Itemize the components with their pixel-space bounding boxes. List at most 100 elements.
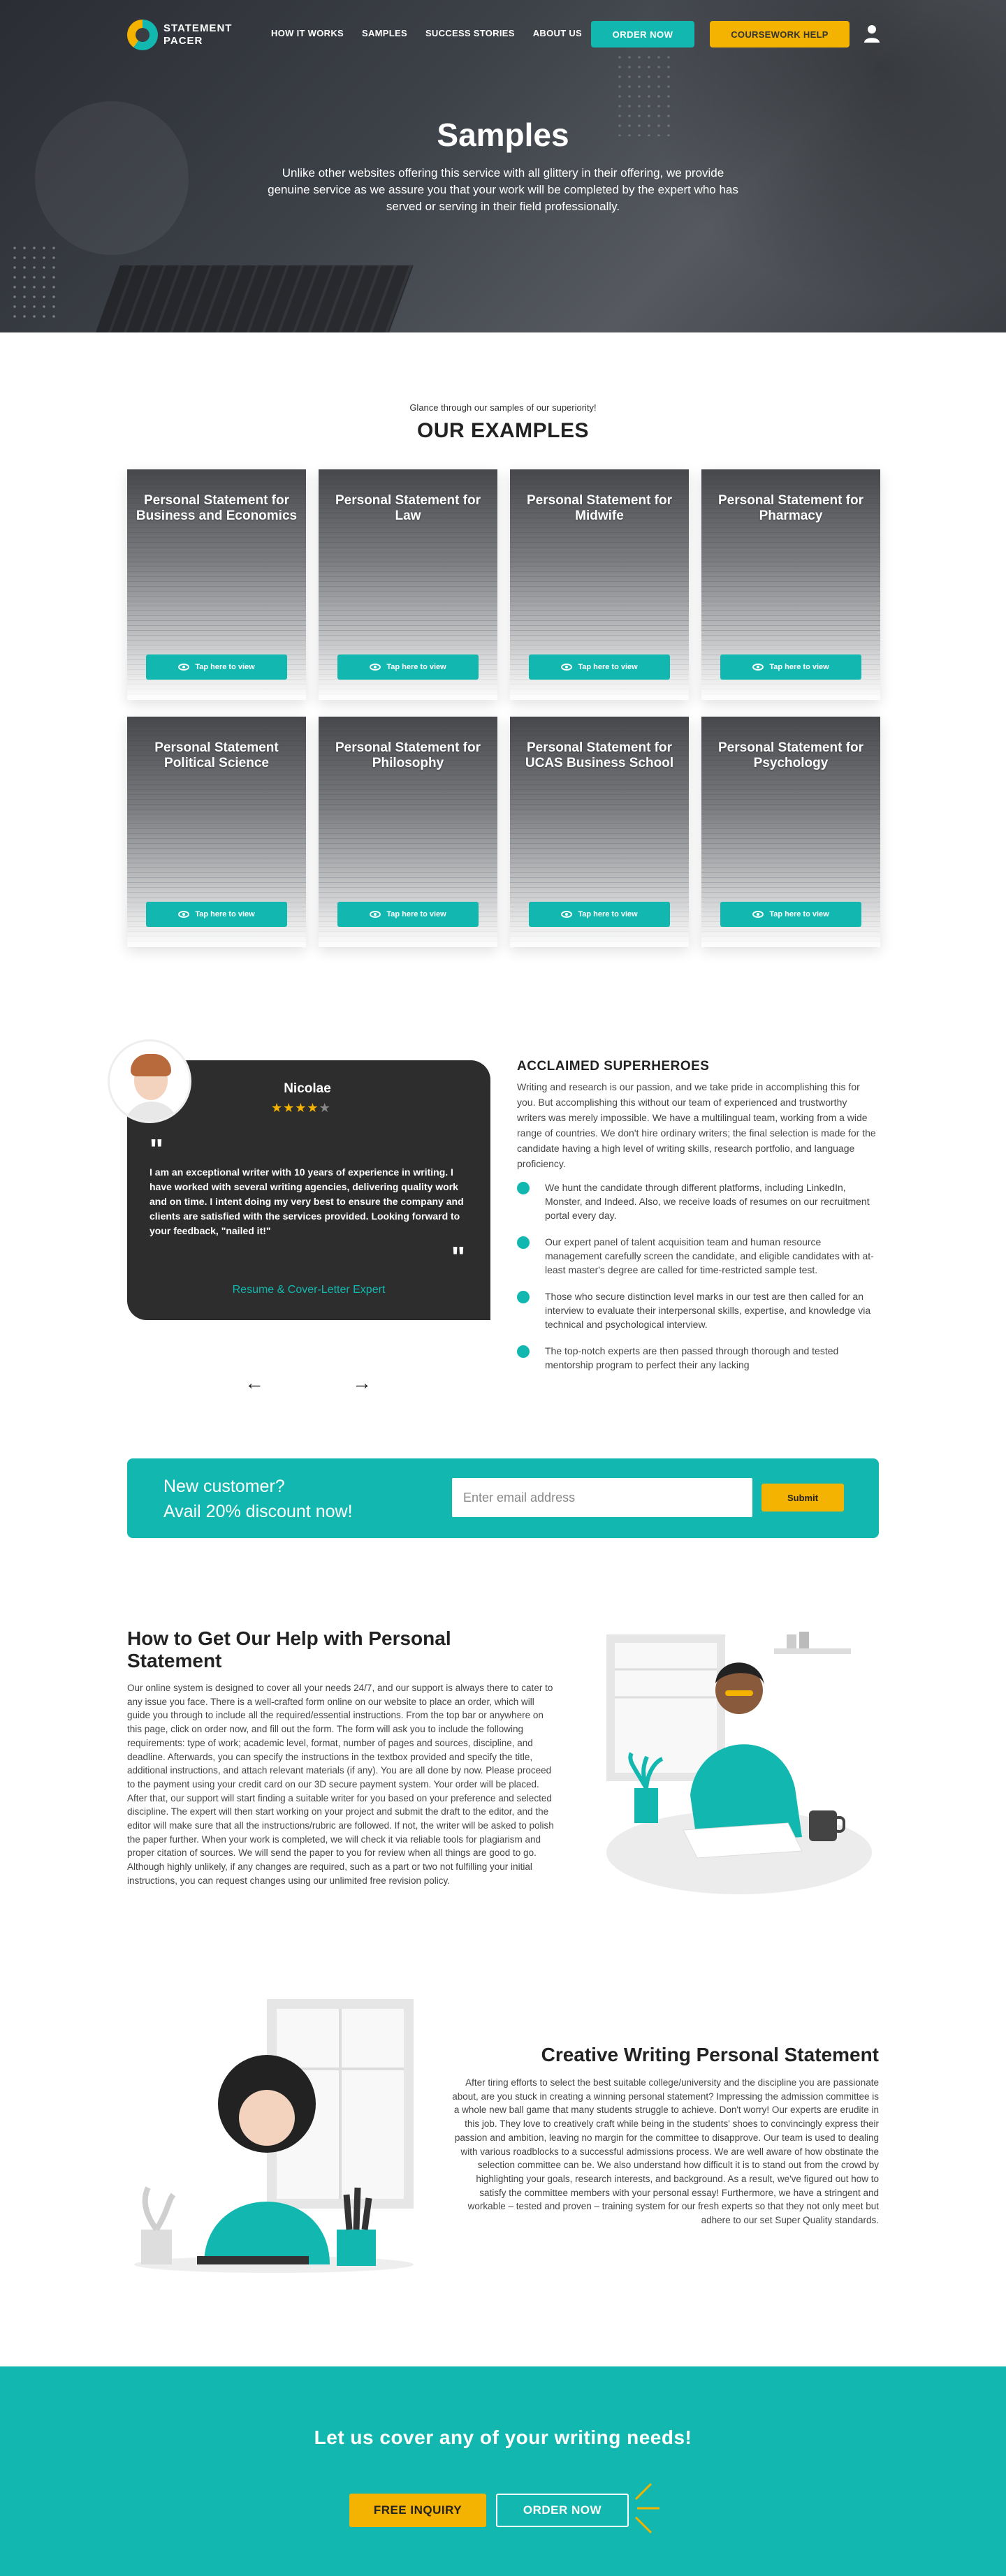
discount-banner: New customer? Avail 20% discount now! Su… (127, 1458, 879, 1538)
nav-link-how-it-works[interactable]: HOW IT WORKS (271, 28, 344, 38)
tap-to-view-label: Tap here to view (195, 910, 255, 919)
coursework-help-button[interactable]: COURSEWORK HELP (710, 21, 850, 47)
submit-button[interactable]: Submit (761, 1484, 844, 1512)
tap-to-view-button[interactable]: Tap here to view (146, 654, 287, 680)
sample-card-title: Personal Statement for Philosophy (335, 740, 481, 770)
tap-to-view-button[interactable]: Tap here to view (720, 654, 861, 680)
tap-to-view-label: Tap here to view (195, 663, 255, 671)
eye-icon (178, 911, 190, 918)
rating-stars: ★★★★★ (271, 1101, 331, 1115)
hero-background-keyboard (89, 265, 414, 332)
arrow-right-icon[interactable]: → (349, 1372, 374, 1393)
eye-icon (752, 664, 764, 671)
arrow-left-icon[interactable]: ← (242, 1372, 267, 1393)
nav-links: HOW IT WORKS SAMPLES SUCCESS STORIES ABO… (271, 28, 582, 38)
sample-card-title: Personal Statement for Law (335, 493, 481, 523)
tap-to-view-button[interactable]: Tap here to view (337, 902, 479, 927)
cta-order-now-button[interactable]: ORDER NOW (496, 2494, 629, 2527)
logo-icon (127, 20, 158, 50)
quote-close-icon: " (451, 1241, 465, 1273)
nav-link-success-stories[interactable]: SUCCESS STORIES (425, 28, 515, 38)
discount-line-2: Avail 20% discount now! (163, 1502, 353, 1521)
sample-card[interactable]: Personal Statement for Psychology Tap he… (701, 717, 880, 947)
how-to-text: Our online system is designed to cover a… (127, 1683, 554, 1886)
eye-icon (178, 664, 190, 671)
free-inquiry-button[interactable]: FREE INQUIRY (349, 2494, 486, 2527)
tap-to-view-label: Tap here to view (386, 663, 446, 671)
hero-dot-pattern (10, 243, 59, 320)
star-icon: ★ (283, 1101, 296, 1115)
sample-card[interactable]: Personal Statement for UCAS Business Sch… (510, 717, 689, 947)
eye-icon (370, 911, 381, 918)
star-icon: ★ (271, 1101, 284, 1115)
sample-card-title: Personal Statement for Psychology (718, 740, 863, 770)
avatar-body (124, 1102, 180, 1121)
site-logo[interactable]: STATEMENT PACER (127, 20, 232, 50)
nav-link-about-us[interactable]: ABOUT US (533, 28, 582, 38)
sparkle-icon (634, 2482, 659, 2534)
hero-section: STATEMENT PACER HOW IT WORKS SAMPLES SUC… (0, 0, 1006, 332)
footer-cta-section (0, 2366, 1006, 2576)
acclaimed-title: ACCLAIMED SUPERHEROES (517, 1059, 710, 1074)
sample-card-title: Personal Statement for Business and Econ… (136, 493, 298, 523)
list-item: Our expert panel of talent acquisition t… (517, 1235, 877, 1277)
eye-icon (752, 911, 764, 918)
star-icon: ★ (307, 1101, 319, 1115)
tap-to-view-button[interactable]: Tap here to view (720, 902, 861, 927)
sample-card-title: Personal Statement for Pharmacy (718, 493, 863, 523)
tap-to-view-button[interactable]: Tap here to view (146, 902, 287, 927)
list-item: We hunt the candidate through different … (517, 1180, 877, 1222)
tap-to-view-label: Tap here to view (578, 663, 638, 671)
testimonial-quote: I am an exceptional writer with 10 years… (150, 1166, 464, 1236)
tap-to-view-label: Tap here to view (386, 910, 446, 919)
sample-card[interactable]: Personal Statement for Pharmacy Tap here… (701, 469, 880, 700)
cta-title: Let us cover any of your writing needs! (314, 2427, 692, 2448)
list-item: The top-notch experts are then passed th… (517, 1344, 877, 1372)
avatar-hair (131, 1054, 171, 1076)
examples-title: OUR EXAMPLES (416, 419, 590, 442)
eye-icon (370, 664, 381, 671)
tap-to-view-label: Tap here to view (769, 663, 829, 671)
man-writing-illustration (606, 1632, 872, 1894)
sample-card-title: Personal Statement for Midwife (527, 493, 672, 523)
tap-to-view-button[interactable]: Tap here to view (529, 902, 670, 927)
logo-line-1: STATEMENT (163, 22, 233, 34)
discount-text: New customer? Avail 20% discount now! (163, 1474, 353, 1524)
nav-link-samples[interactable]: SAMPLES (362, 28, 407, 38)
tap-to-view-button[interactable]: Tap here to view (337, 654, 479, 680)
examples-kicker: Glance through our samples of our superi… (409, 402, 597, 413)
tap-to-view-label: Tap here to view (769, 910, 829, 919)
eye-icon (561, 911, 573, 918)
user-icon[interactable] (863, 24, 880, 43)
sample-card-title: Personal Statement for UCAS Business Sch… (525, 740, 674, 770)
woman-thinking-illustration (134, 1999, 414, 2273)
avatar (108, 1039, 191, 1123)
hero-subtitle: Unlike other websites offering this serv… (268, 166, 738, 213)
sample-card[interactable]: Personal Statement for Business and Econ… (127, 469, 306, 700)
discount-line-1: New customer? (163, 1477, 285, 1496)
order-now-button[interactable]: ORDER NOW (591, 21, 694, 47)
quote-open-icon: " (150, 1133, 163, 1166)
logo-line-2: PACER (163, 35, 203, 47)
tap-to-view-label: Tap here to view (578, 910, 638, 919)
list-item: Those who secure distinction level marks… (517, 1289, 877, 1331)
sample-card[interactable]: Personal Statement for Midwife Tap here … (510, 469, 689, 700)
page-title: Samples (437, 117, 569, 153)
testimonial-role: Resume & Cover-Letter Expert (232, 1284, 386, 1296)
top-navbar: STATEMENT PACER HOW IT WORKS SAMPLES SUC… (0, 0, 1006, 67)
sample-card[interactable]: Personal Statement Political Science Tap… (127, 717, 306, 947)
sample-card-title: Personal Statement Political Science (154, 740, 279, 770)
sample-card[interactable]: Personal Statement for Law Tap here to v… (319, 469, 497, 700)
star-empty-icon: ★ (319, 1101, 331, 1115)
logo-text: STATEMENT PACER (163, 22, 232, 47)
email-field[interactable] (452, 1478, 752, 1517)
acclaimed-intro: Writing and research is our passion, and… (517, 1081, 876, 1169)
eye-icon (561, 664, 573, 671)
creative-writing-title: Creative Writing Personal Statement (541, 2044, 879, 2065)
tap-to-view-button[interactable]: Tap here to view (529, 654, 670, 680)
acclaimed-list: We hunt the candidate through different … (517, 1180, 877, 1384)
testimonial-name: Nicolae (284, 1081, 331, 1096)
sample-card[interactable]: Personal Statement for Philosophy Tap he… (319, 717, 497, 947)
creative-writing-text: After tiring efforts to select the best … (452, 2077, 879, 2226)
how-to-title: How to Get Our Help with Personal Statem… (127, 1627, 451, 1671)
